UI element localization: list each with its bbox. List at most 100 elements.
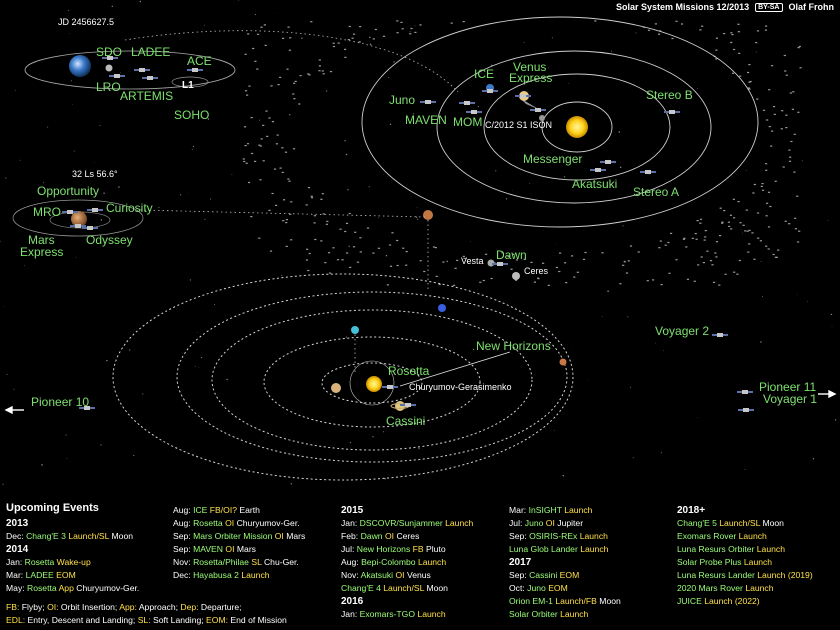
asteroid: [264, 44, 267, 46]
asteroid: [748, 229, 751, 231]
asteroid: [619, 283, 622, 285]
asteroid: [629, 245, 633, 247]
event-action: Launch: [745, 583, 774, 593]
star: [349, 442, 351, 444]
star: [290, 483, 292, 485]
asteroid: [277, 84, 280, 86]
asteroid: [767, 191, 771, 193]
event-mission: InSIGHT: [528, 505, 562, 515]
asteroid: [269, 250, 273, 252]
events-heading: Upcoming Events: [6, 502, 99, 514]
star: [635, 32, 637, 34]
events-column-5: 2018+ Chang'E 5 Launch/SL Moon Exomars Rov…: [677, 504, 813, 608]
label-odyssey: Odyssey: [86, 233, 133, 247]
events-divider: [0, 498, 840, 499]
star: [41, 464, 43, 466]
asteroid: [772, 253, 775, 256]
asteroid: [622, 264, 625, 266]
asteroid: [737, 23, 740, 25]
asteroid: [637, 251, 640, 253]
star: [696, 87, 698, 89]
star: [68, 9, 70, 11]
asteroid: [358, 41, 361, 43]
asteroid: [699, 222, 702, 224]
event-mission: Bepi-Colombo: [361, 557, 416, 567]
event-action: Launch: [580, 544, 609, 554]
event-mission: Juno: [527, 583, 546, 593]
event-row: 2015: [341, 504, 473, 517]
asteroid: [780, 128, 783, 130]
event-row: Jul: Juno OI Jupiter: [509, 517, 621, 530]
event-row: Nov: Rosetta/Philae SL Chu-Ger.: [173, 556, 305, 569]
legend-part: Departure;: [198, 602, 242, 612]
event-mission: Chang'E 4: [341, 583, 381, 593]
asteroid: [671, 37, 674, 40]
asteroid: [601, 252, 604, 254]
event-mission: Luna Glob Lander: [509, 544, 578, 554]
asteroid: [442, 261, 445, 263]
star: [111, 5, 113, 7]
star: [204, 218, 206, 220]
asteroid: [432, 246, 436, 248]
event-row: Sep: Cassini EOM: [509, 569, 621, 582]
asteroid: [250, 117, 253, 119]
asteroid: [359, 26, 362, 28]
event-target: Chu-Ger.: [263, 557, 299, 567]
asteroid: [456, 259, 459, 261]
event-mission: OSIRIS-REx: [529, 531, 578, 541]
asteroid: [788, 149, 791, 151]
label-maven: MAVEN: [405, 113, 447, 127]
asteroid: [777, 249, 780, 251]
event-mission: Rosetta: [27, 583, 57, 593]
star: [607, 290, 609, 292]
event-row: Sep: Mars Orbiter Mission OI Mars: [173, 530, 305, 543]
event-date: Jan:: [341, 609, 358, 619]
asteroid: [744, 230, 747, 232]
asteroid: [667, 241, 670, 244]
event-target: Moon: [599, 596, 621, 606]
event-action: Launch: [417, 557, 447, 567]
asteroid: [293, 82, 296, 84]
uranus-planet: [351, 326, 359, 334]
event-row: 2018+: [677, 504, 813, 517]
star: [345, 336, 347, 338]
label-dawn: Dawn: [496, 248, 527, 262]
star: [14, 90, 16, 91]
asteroid: [382, 35, 386, 37]
asteroid: [479, 281, 482, 283]
asteroid: [724, 273, 727, 275]
event-action: Launch: [241, 570, 270, 580]
asteroid: [405, 264, 408, 266]
asteroid: [482, 279, 485, 282]
asteroid: [372, 38, 375, 40]
asteroid: [715, 256, 718, 258]
license-badge: BY-SA: [755, 2, 783, 12]
event-row: 2016: [341, 595, 473, 608]
star: [189, 279, 191, 281]
asteroid: [318, 65, 321, 67]
star: [5, 177, 7, 179]
star: [742, 232, 744, 234]
asteroid: [336, 259, 340, 261]
asteroid: [307, 187, 311, 189]
asteroid: [573, 276, 576, 278]
event-action: Launch: [564, 505, 593, 515]
event-mission: Chang'E 3: [26, 531, 66, 541]
pioneer10-arrowhead: [4, 405, 13, 415]
earth-planet: [69, 55, 91, 77]
asteroid: [290, 201, 293, 203]
event-mission: Chang'E 5: [677, 518, 717, 528]
asteroid: [793, 171, 796, 173]
star: [378, 217, 379, 218]
legend-part: EDL:: [6, 615, 26, 625]
event-target: Mars: [236, 544, 256, 554]
asteroid: [564, 262, 567, 264]
event-action: OI: [225, 544, 235, 554]
event-target: Moon: [426, 583, 448, 593]
asteroid: [742, 224, 745, 226]
event-row: Solar Orbiter Launch: [509, 608, 621, 621]
event-date: Aug:: [341, 557, 359, 567]
star: [281, 274, 283, 276]
star: [812, 458, 815, 460]
event-target: Churyumov-Ger.: [236, 518, 300, 528]
